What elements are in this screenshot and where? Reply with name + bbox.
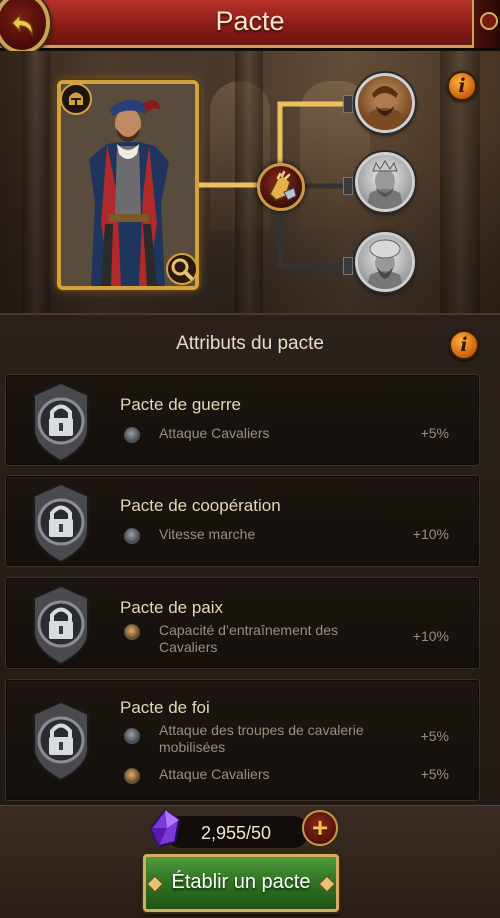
pact-name: Pacte de foi	[120, 698, 210, 717]
pact-bonus: Attaque Cavaliers +5%	[124, 764, 449, 800]
pact-row-paix[interactable]: Pacte de paix Capacité d’entraînement de…	[5, 577, 480, 669]
locked-emblem-icon	[33, 482, 89, 564]
bonus-value: +5%	[420, 728, 449, 744]
pact-row-foi[interactable]: Pacte de foi Attaque des troupes de cava…	[5, 679, 480, 801]
connector-stub-3	[343, 257, 353, 275]
pact-name: Pacte de guerre	[120, 395, 241, 414]
info-button-top[interactable]: i	[447, 71, 477, 101]
bonus-label: Attaque Cavaliers	[159, 425, 270, 441]
pact-name: Pacte de coopération	[120, 496, 281, 515]
cavalry-training-icon	[124, 624, 140, 640]
bonus-value: +10%	[412, 526, 449, 542]
bonus-value: +10%	[412, 628, 449, 644]
pact-attributes-panel: Attributs du pacte i Pacte de guerre Att…	[0, 313, 500, 805]
warrior-portrait-icon	[366, 86, 404, 130]
cavalry-training-icon	[124, 768, 140, 784]
pact-connector-lines	[199, 101, 348, 269]
ally-portrait-3[interactable]	[355, 232, 415, 292]
connector-stub-2	[343, 177, 353, 195]
pact-bonus: Vitesse marche +10%	[124, 524, 449, 560]
bonus-label: Vitesse marche	[159, 526, 256, 542]
add-crystal-button[interactable]: +	[302, 810, 338, 846]
cost-display: 2,955/50	[164, 815, 310, 849]
pact-bonus: Attaque Cavaliers +5%	[124, 423, 449, 459]
footer-bar: 2,955/50 + Établir un pacte	[0, 805, 500, 918]
info-button-attributes[interactable]: i	[449, 330, 479, 360]
connector-stub-1	[343, 95, 353, 113]
establish-pact-button[interactable]: Établir un pacte	[143, 854, 339, 912]
pact-row-cooperation[interactable]: Pacte de coopération Vitesse marche +10%	[5, 475, 480, 567]
bonus-value: +5%	[420, 766, 449, 782]
pact-bonus: Capacité d’entraînement des Cavaliers +1…	[124, 620, 449, 656]
king-portrait-icon	[366, 160, 404, 209]
bonus-label: Attaque des troupes de cavalerie mobilis…	[159, 722, 364, 755]
locked-emblem-icon	[33, 381, 89, 463]
knight-helmet-icon	[124, 528, 140, 544]
ally-portrait-1[interactable]	[355, 73, 415, 133]
pact-name: Pacte de paix	[120, 598, 224, 617]
gauntlet-icon	[269, 170, 297, 201]
knight-helmet-icon	[124, 427, 140, 443]
bonus-label: Attaque Cavaliers	[159, 766, 270, 782]
pact-row-guerre[interactable]: Pacte de guerre Attaque Cavaliers +5%	[5, 374, 480, 466]
gauntlet-pact-node[interactable]	[257, 163, 305, 211]
section-title: Attributs du pacte	[176, 333, 324, 354]
knight-helmet-icon	[124, 728, 140, 744]
locked-emblem-icon	[33, 584, 89, 666]
bonus-label: Capacité d’entraînement des Cavaliers	[159, 622, 338, 655]
bonus-value: +5%	[420, 425, 449, 441]
purple-crystal-icon	[149, 808, 181, 848]
ally-portrait-2[interactable]	[355, 152, 415, 212]
pact-bonus: Attaque des troupes de cavalerie mobilis…	[124, 720, 449, 756]
sultan-portrait-icon	[366, 239, 404, 289]
cost-value: 2,955/50	[201, 823, 272, 843]
locked-emblem-icon	[33, 700, 89, 782]
